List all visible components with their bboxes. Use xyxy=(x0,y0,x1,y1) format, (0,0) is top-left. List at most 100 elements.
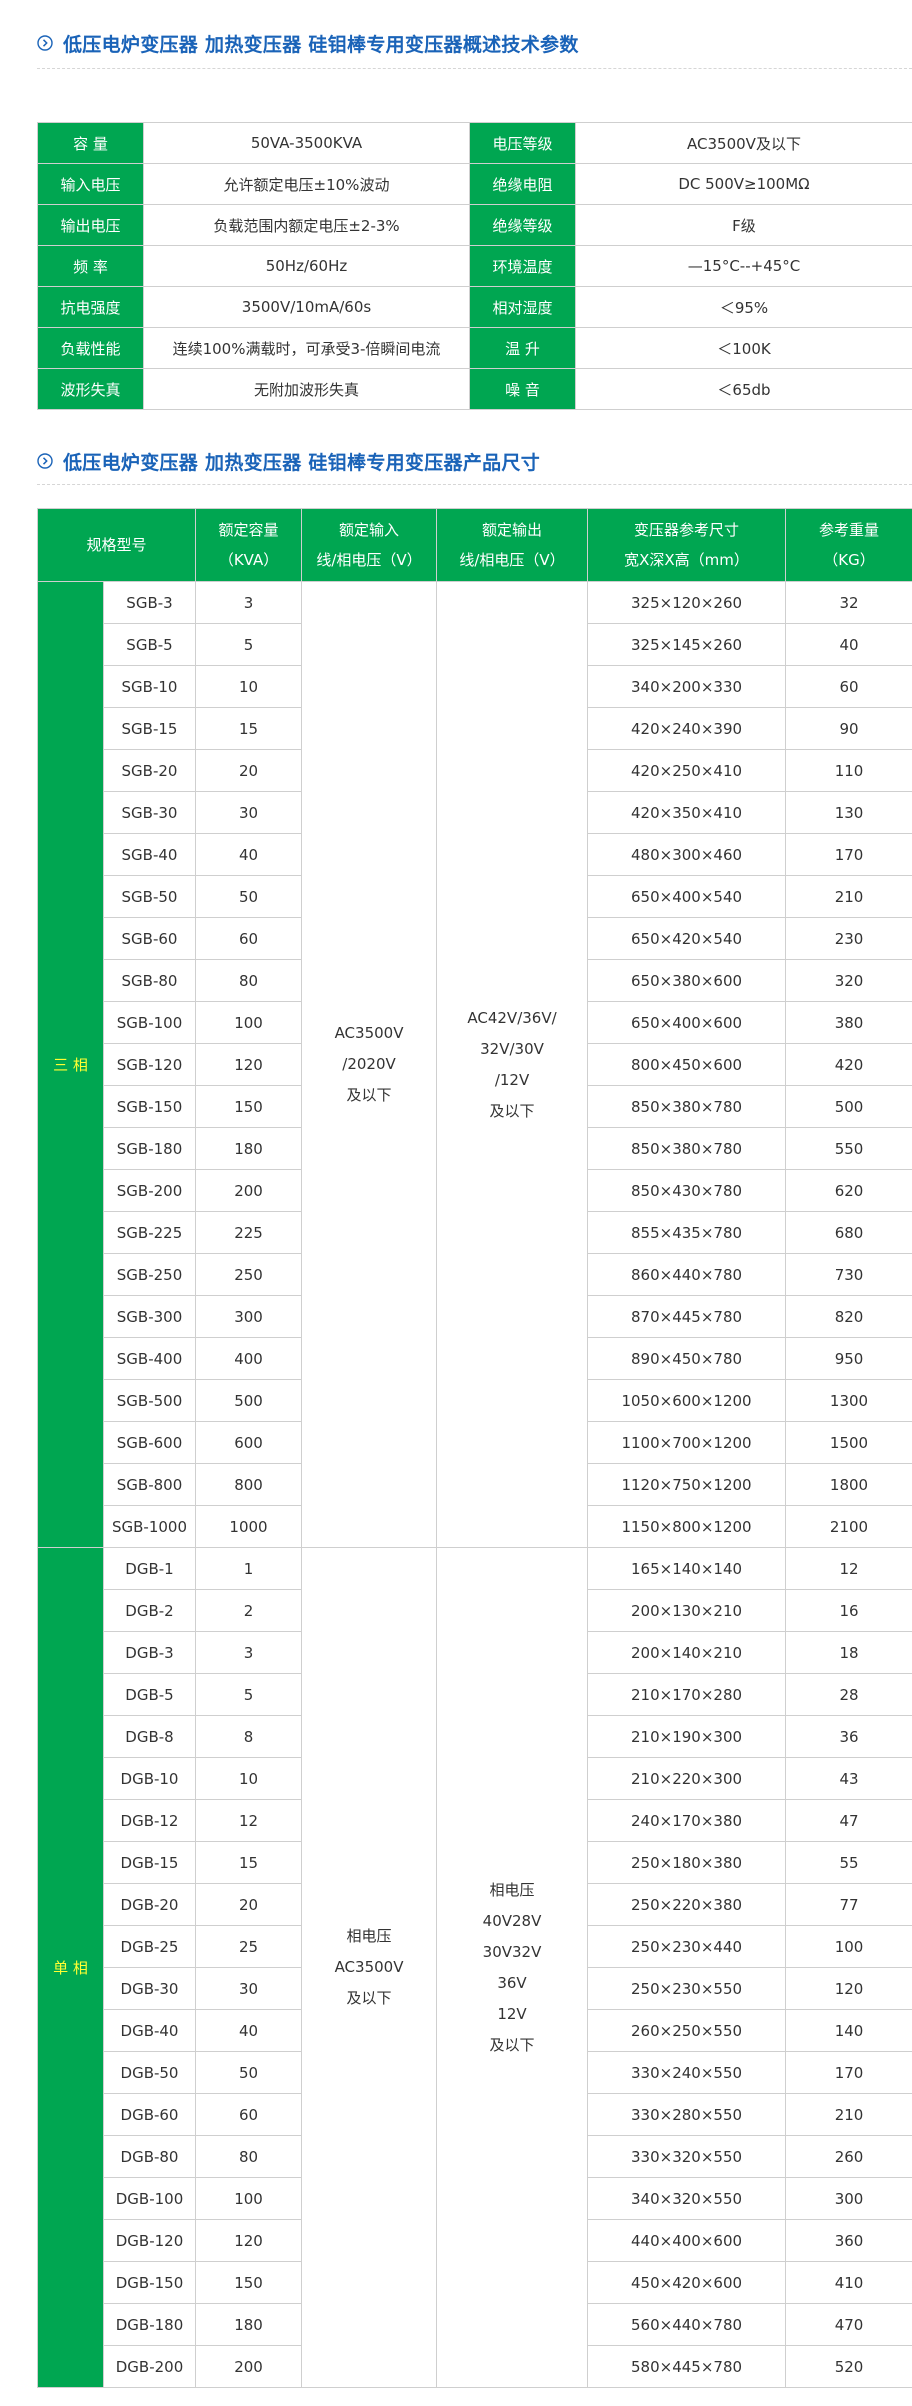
weight-cell: 140 xyxy=(785,2009,912,2052)
param-label: 频 率 xyxy=(37,245,144,287)
phase-label: 三 相 xyxy=(37,581,104,1548)
weight-cell: 100 xyxy=(785,1925,912,1968)
weight-cell: 32 xyxy=(785,581,912,624)
section-divider xyxy=(37,68,912,69)
weight-cell: 470 xyxy=(785,2303,912,2346)
model-cell: SGB-10 xyxy=(102,665,197,708)
params-row: 抗电强度 3500V/10mA/60s 相对湿度 ＜95% xyxy=(37,286,912,328)
capacity-cell: 800 xyxy=(195,1463,303,1506)
capacity-cell: 1 xyxy=(195,1547,303,1590)
capacity-cell: 20 xyxy=(195,1883,303,1926)
capacity-cell: 40 xyxy=(195,833,303,876)
params-row: 输出电压 负载范围内额定电压±2-3% 绝缘等级 F级 xyxy=(37,204,912,246)
column-header: 变压器参考尺寸 宽X深X高（mm） xyxy=(587,508,787,582)
capacity-cell: 80 xyxy=(195,959,303,1002)
capacity-cell: 50 xyxy=(195,875,303,918)
weight-cell: 90 xyxy=(785,707,912,750)
model-cell: DGB-40 xyxy=(102,2009,197,2052)
dimension-cell: 210×220×300 xyxy=(587,1757,787,1800)
dimension-cell: 325×120×260 xyxy=(587,581,787,624)
model-cell: SGB-200 xyxy=(102,1169,197,1212)
weight-cell: 420 xyxy=(785,1043,912,1086)
dimension-cell: 480×300×460 xyxy=(587,833,787,876)
weight-cell: 320 xyxy=(785,959,912,1002)
model-cell: SGB-800 xyxy=(102,1463,197,1506)
column-header: 规格型号 xyxy=(36,508,197,582)
weight-cell: 820 xyxy=(785,1295,912,1338)
input-voltage-cell: AC3500V/2020V 及以下 xyxy=(301,581,438,1548)
weight-cell: 210 xyxy=(785,2093,912,2136)
capacity-cell: 3 xyxy=(195,1631,303,1674)
dimension-cell: 250×230×550 xyxy=(587,1967,787,2010)
model-cell: SGB-20 xyxy=(102,749,197,792)
model-cell: SGB-250 xyxy=(102,1253,197,1296)
weight-cell: 120 xyxy=(785,1967,912,2010)
dimension-cell: 250×180×380 xyxy=(587,1841,787,1884)
dimension-cell: 200×130×210 xyxy=(587,1589,787,1632)
param-label: 环境温度 xyxy=(469,245,576,287)
dimension-cell: 650×420×540 xyxy=(587,917,787,960)
capacity-cell: 5 xyxy=(195,623,303,666)
capacity-cell: 600 xyxy=(195,1421,303,1464)
dimension-cell: 330×240×550 xyxy=(587,2051,787,2094)
model-cell: DGB-150 xyxy=(102,2261,197,2304)
weight-cell: 40 xyxy=(785,623,912,666)
weight-cell: 18 xyxy=(785,1631,912,1674)
param-value: ＜100K xyxy=(575,327,912,369)
weight-cell: 60 xyxy=(785,665,912,708)
capacity-cell: 20 xyxy=(195,749,303,792)
dimension-cell: 860×440×780 xyxy=(587,1253,787,1296)
param-value: 允许额定电压±10%波动 xyxy=(143,163,470,205)
weight-cell: 110 xyxy=(785,749,912,792)
dimension-cell: 210×170×280 xyxy=(587,1673,787,1716)
capacity-cell: 80 xyxy=(195,2135,303,2178)
model-cell: DGB-60 xyxy=(102,2093,197,2136)
capacity-cell: 8 xyxy=(195,1715,303,1758)
section-title-params: 低压电炉变压器 加热变压器 硅钼棒专用变压器概述技术参数 xyxy=(37,28,579,58)
capacity-cell: 3 xyxy=(195,581,303,624)
column-header: 额定输入 线/相电压（V） xyxy=(301,508,438,582)
dimension-cell: 440×400×600 xyxy=(587,2219,787,2262)
dimension-cell: 325×145×260 xyxy=(587,623,787,666)
output-voltage-cell: AC42V/36V/32V/30V/12V 及以下 xyxy=(436,581,589,1548)
dimension-cell: 340×200×330 xyxy=(587,665,787,708)
capacity-cell: 150 xyxy=(195,1085,303,1128)
dimension-cell: 250×220×380 xyxy=(587,1883,787,1926)
param-value: 50VA-3500KVA xyxy=(143,122,470,164)
weight-cell: 520 xyxy=(785,2345,912,2388)
model-cell: SGB-50 xyxy=(102,875,197,918)
param-label: 电压等级 xyxy=(469,122,576,164)
model-cell: DGB-12 xyxy=(102,1799,197,1842)
param-label: 输出电压 xyxy=(37,204,144,246)
param-value: DC 500V≥100MΩ xyxy=(575,163,912,205)
column-header: 额定输出 线/相电压（V） xyxy=(436,508,589,582)
dimension-cell: 890×450×780 xyxy=(587,1337,787,1380)
weight-cell: 410 xyxy=(785,2261,912,2304)
capacity-cell: 30 xyxy=(195,791,303,834)
dimension-cell: 870×445×780 xyxy=(587,1295,787,1338)
column-header: 额定容量 （KVA） xyxy=(195,508,303,582)
dimension-cell: 850×380×780 xyxy=(587,1085,787,1128)
dimension-cell: 240×170×380 xyxy=(587,1799,787,1842)
weight-cell: 1800 xyxy=(785,1463,912,1506)
dimension-cell: 420×250×410 xyxy=(587,749,787,792)
input-voltage-cell: 相电压 AC3500V 及以下 xyxy=(301,1547,438,2388)
weight-cell: 230 xyxy=(785,917,912,960)
model-cell: SGB-300 xyxy=(102,1295,197,1338)
model-cell: SGB-3 xyxy=(102,581,197,624)
weight-cell: 28 xyxy=(785,1673,912,1716)
weight-cell: 210 xyxy=(785,875,912,918)
dimension-cell: 580×445×780 xyxy=(587,2345,787,2388)
dimension-cell: 850×430×780 xyxy=(587,1169,787,1212)
capacity-cell: 12 xyxy=(195,1799,303,1842)
dimension-cell: 420×240×390 xyxy=(587,707,787,750)
params-row: 负载性能 连续100%满载时，可承受3-倍瞬间电流温 升＜100K xyxy=(37,327,912,369)
capacity-cell: 120 xyxy=(195,2219,303,2262)
model-cell: SGB-120 xyxy=(102,1043,197,1086)
param-value: AC3500V及以下 xyxy=(575,122,912,164)
model-cell: DGB-100 xyxy=(102,2177,197,2220)
model-cell: SGB-100 xyxy=(102,1001,197,1044)
circle-chevron-right-icon xyxy=(37,35,53,51)
model-cell: DGB-2 xyxy=(102,1589,197,1632)
capacity-cell: 40 xyxy=(195,2009,303,2052)
